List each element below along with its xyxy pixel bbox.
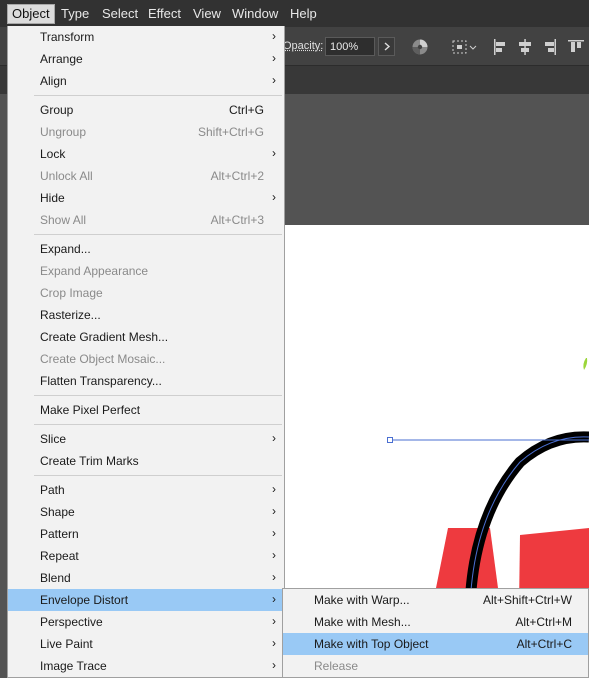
- menu-item-unlock-all[interactable]: Unlock All Alt+Ctrl+2: [8, 165, 284, 187]
- menu-item-shape[interactable]: Shape ›: [8, 501, 284, 523]
- menu-item-show-all[interactable]: Show All Alt+Ctrl+3: [8, 209, 284, 231]
- chevron-right-icon: ›: [272, 658, 276, 672]
- menu-item-group[interactable]: Group Ctrl+G: [8, 99, 284, 121]
- menu-separator: [34, 475, 282, 476]
- chevron-right-icon: ›: [272, 526, 276, 540]
- menu-item-image-trace[interactable]: Image Trace ›: [8, 655, 284, 677]
- menu-item-flatten-transparency[interactable]: Flatten Transparency...: [8, 370, 284, 392]
- chevron-right-icon: ›: [272, 570, 276, 584]
- menu-item-create-trim-marks[interactable]: Create Trim Marks: [8, 450, 284, 472]
- chevron-right-icon: ›: [272, 431, 276, 445]
- menu-item-hide[interactable]: Hide ›: [8, 187, 284, 209]
- chevron-right-icon: ›: [272, 636, 276, 650]
- menu-item-pattern[interactable]: Pattern ›: [8, 523, 284, 545]
- menu-separator: [34, 234, 282, 235]
- menu-item-envelope-distort[interactable]: Envelope Distort ›: [8, 589, 284, 611]
- menu-item-crop-image[interactable]: Crop Image: [8, 282, 284, 304]
- chevron-right-icon: ›: [272, 504, 276, 518]
- menu-item-transform[interactable]: Transform ›: [8, 26, 284, 48]
- menu-item-repeat[interactable]: Repeat ›: [8, 545, 284, 567]
- submenu-item-release[interactable]: Release: [283, 655, 588, 677]
- menu-item-create-object-mosaic[interactable]: Create Object Mosaic...: [8, 348, 284, 370]
- green-leaf-shape: [583, 358, 588, 370]
- menu-separator: [34, 95, 282, 96]
- menu-item-blend[interactable]: Blend ›: [8, 567, 284, 589]
- chevron-right-icon: ›: [272, 190, 276, 204]
- selection-handle[interactable]: [387, 437, 393, 443]
- menu-item-align[interactable]: Align ›: [8, 70, 284, 92]
- chevron-right-icon: ›: [272, 29, 276, 43]
- envelope-distort-submenu: Make with Warp... Alt+Shift+Ctrl+W Make w…: [282, 588, 589, 678]
- chevron-right-icon: ›: [272, 548, 276, 562]
- chevron-right-icon: ›: [272, 592, 276, 606]
- menu-item-make-pixel-perfect[interactable]: Make Pixel Perfect: [8, 399, 284, 421]
- menu-item-live-paint[interactable]: Live Paint ›: [8, 633, 284, 655]
- menu-item-create-gradient-mesh[interactable]: Create Gradient Mesh...: [8, 326, 284, 348]
- menu-item-expand-appearance[interactable]: Expand Appearance: [8, 260, 284, 282]
- submenu-item-make-with-top-object[interactable]: Make with Top Object Alt+Ctrl+C: [283, 633, 588, 655]
- menu-item-arrange[interactable]: Arrange ›: [8, 48, 284, 70]
- menu-item-ungroup[interactable]: Ungroup Shift+Ctrl+G: [8, 121, 284, 143]
- chevron-right-icon: ›: [272, 73, 276, 87]
- menu-separator: [34, 395, 282, 396]
- menu-item-perspective[interactable]: Perspective ›: [8, 611, 284, 633]
- object-menu-dropdown: Transform › Arrange › Align › Group Ctrl+G U…: [7, 26, 285, 678]
- menu-separator: [34, 424, 282, 425]
- menu-item-path[interactable]: Path ›: [8, 479, 284, 501]
- chevron-right-icon: ›: [272, 482, 276, 496]
- chevron-right-icon: ›: [272, 146, 276, 160]
- submenu-item-make-with-mesh[interactable]: Make with Mesh... Alt+Ctrl+M: [283, 611, 588, 633]
- chevron-right-icon: ›: [272, 51, 276, 65]
- menu-item-lock[interactable]: Lock ›: [8, 143, 284, 165]
- menu-item-expand[interactable]: Expand...: [8, 238, 284, 260]
- chevron-right-icon: ›: [272, 614, 276, 628]
- submenu-item-make-with-warp[interactable]: Make with Warp... Alt+Shift+Ctrl+W: [283, 589, 588, 611]
- menu-item-rasterize[interactable]: Rasterize...: [8, 304, 284, 326]
- menu-item-slice[interactable]: Slice ›: [8, 428, 284, 450]
